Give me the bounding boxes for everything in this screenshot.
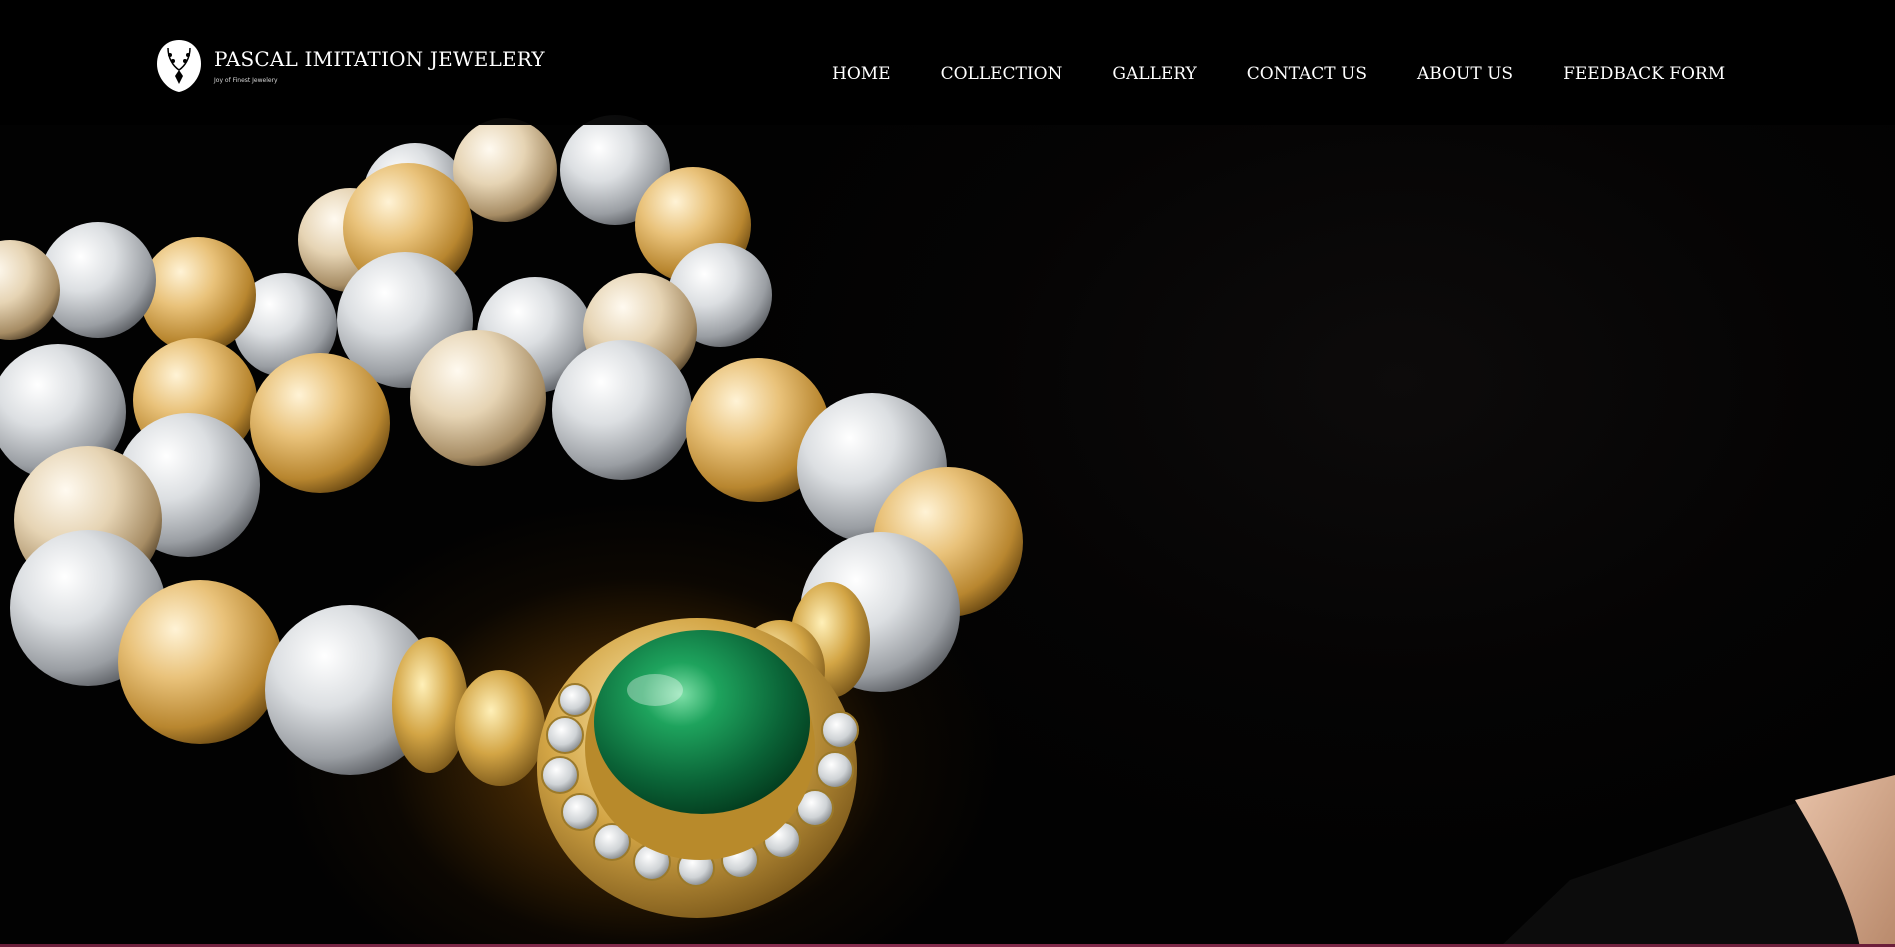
hero-banner — [0, 0, 1895, 947]
nav-about-us-link[interactable]: ABOUT US — [1417, 64, 1513, 84]
nav-feedback-form-link[interactable]: FEEDBACK FORM — [1563, 64, 1725, 84]
nav-collection-link[interactable]: COLLECTION — [941, 64, 1063, 84]
nav-home-link[interactable]: HOME — [832, 64, 891, 84]
model-arm-image — [1500, 775, 1895, 947]
nav-contact-us-link[interactable]: CONTACT US — [1247, 64, 1367, 84]
page: PASCAL IMITATION JEWELERY Joy of Finest … — [0, 0, 1895, 947]
necklace-icon — [157, 40, 201, 92]
brand-home-link[interactable]: PASCAL IMITATION JEWELERY Joy of Finest … — [154, 38, 545, 94]
main-nav: HOME COLLECTION GALLERY CONTACT US ABOUT… — [832, 64, 1725, 84]
brand-name: PASCAL IMITATION JEWELERY — [214, 47, 545, 71]
brand-tagline: Joy of Finest Jewelery — [214, 77, 278, 84]
site-header: PASCAL IMITATION JEWELERY Joy of Finest … — [0, 0, 1895, 125]
nav-gallery-link[interactable]: GALLERY — [1112, 64, 1196, 84]
